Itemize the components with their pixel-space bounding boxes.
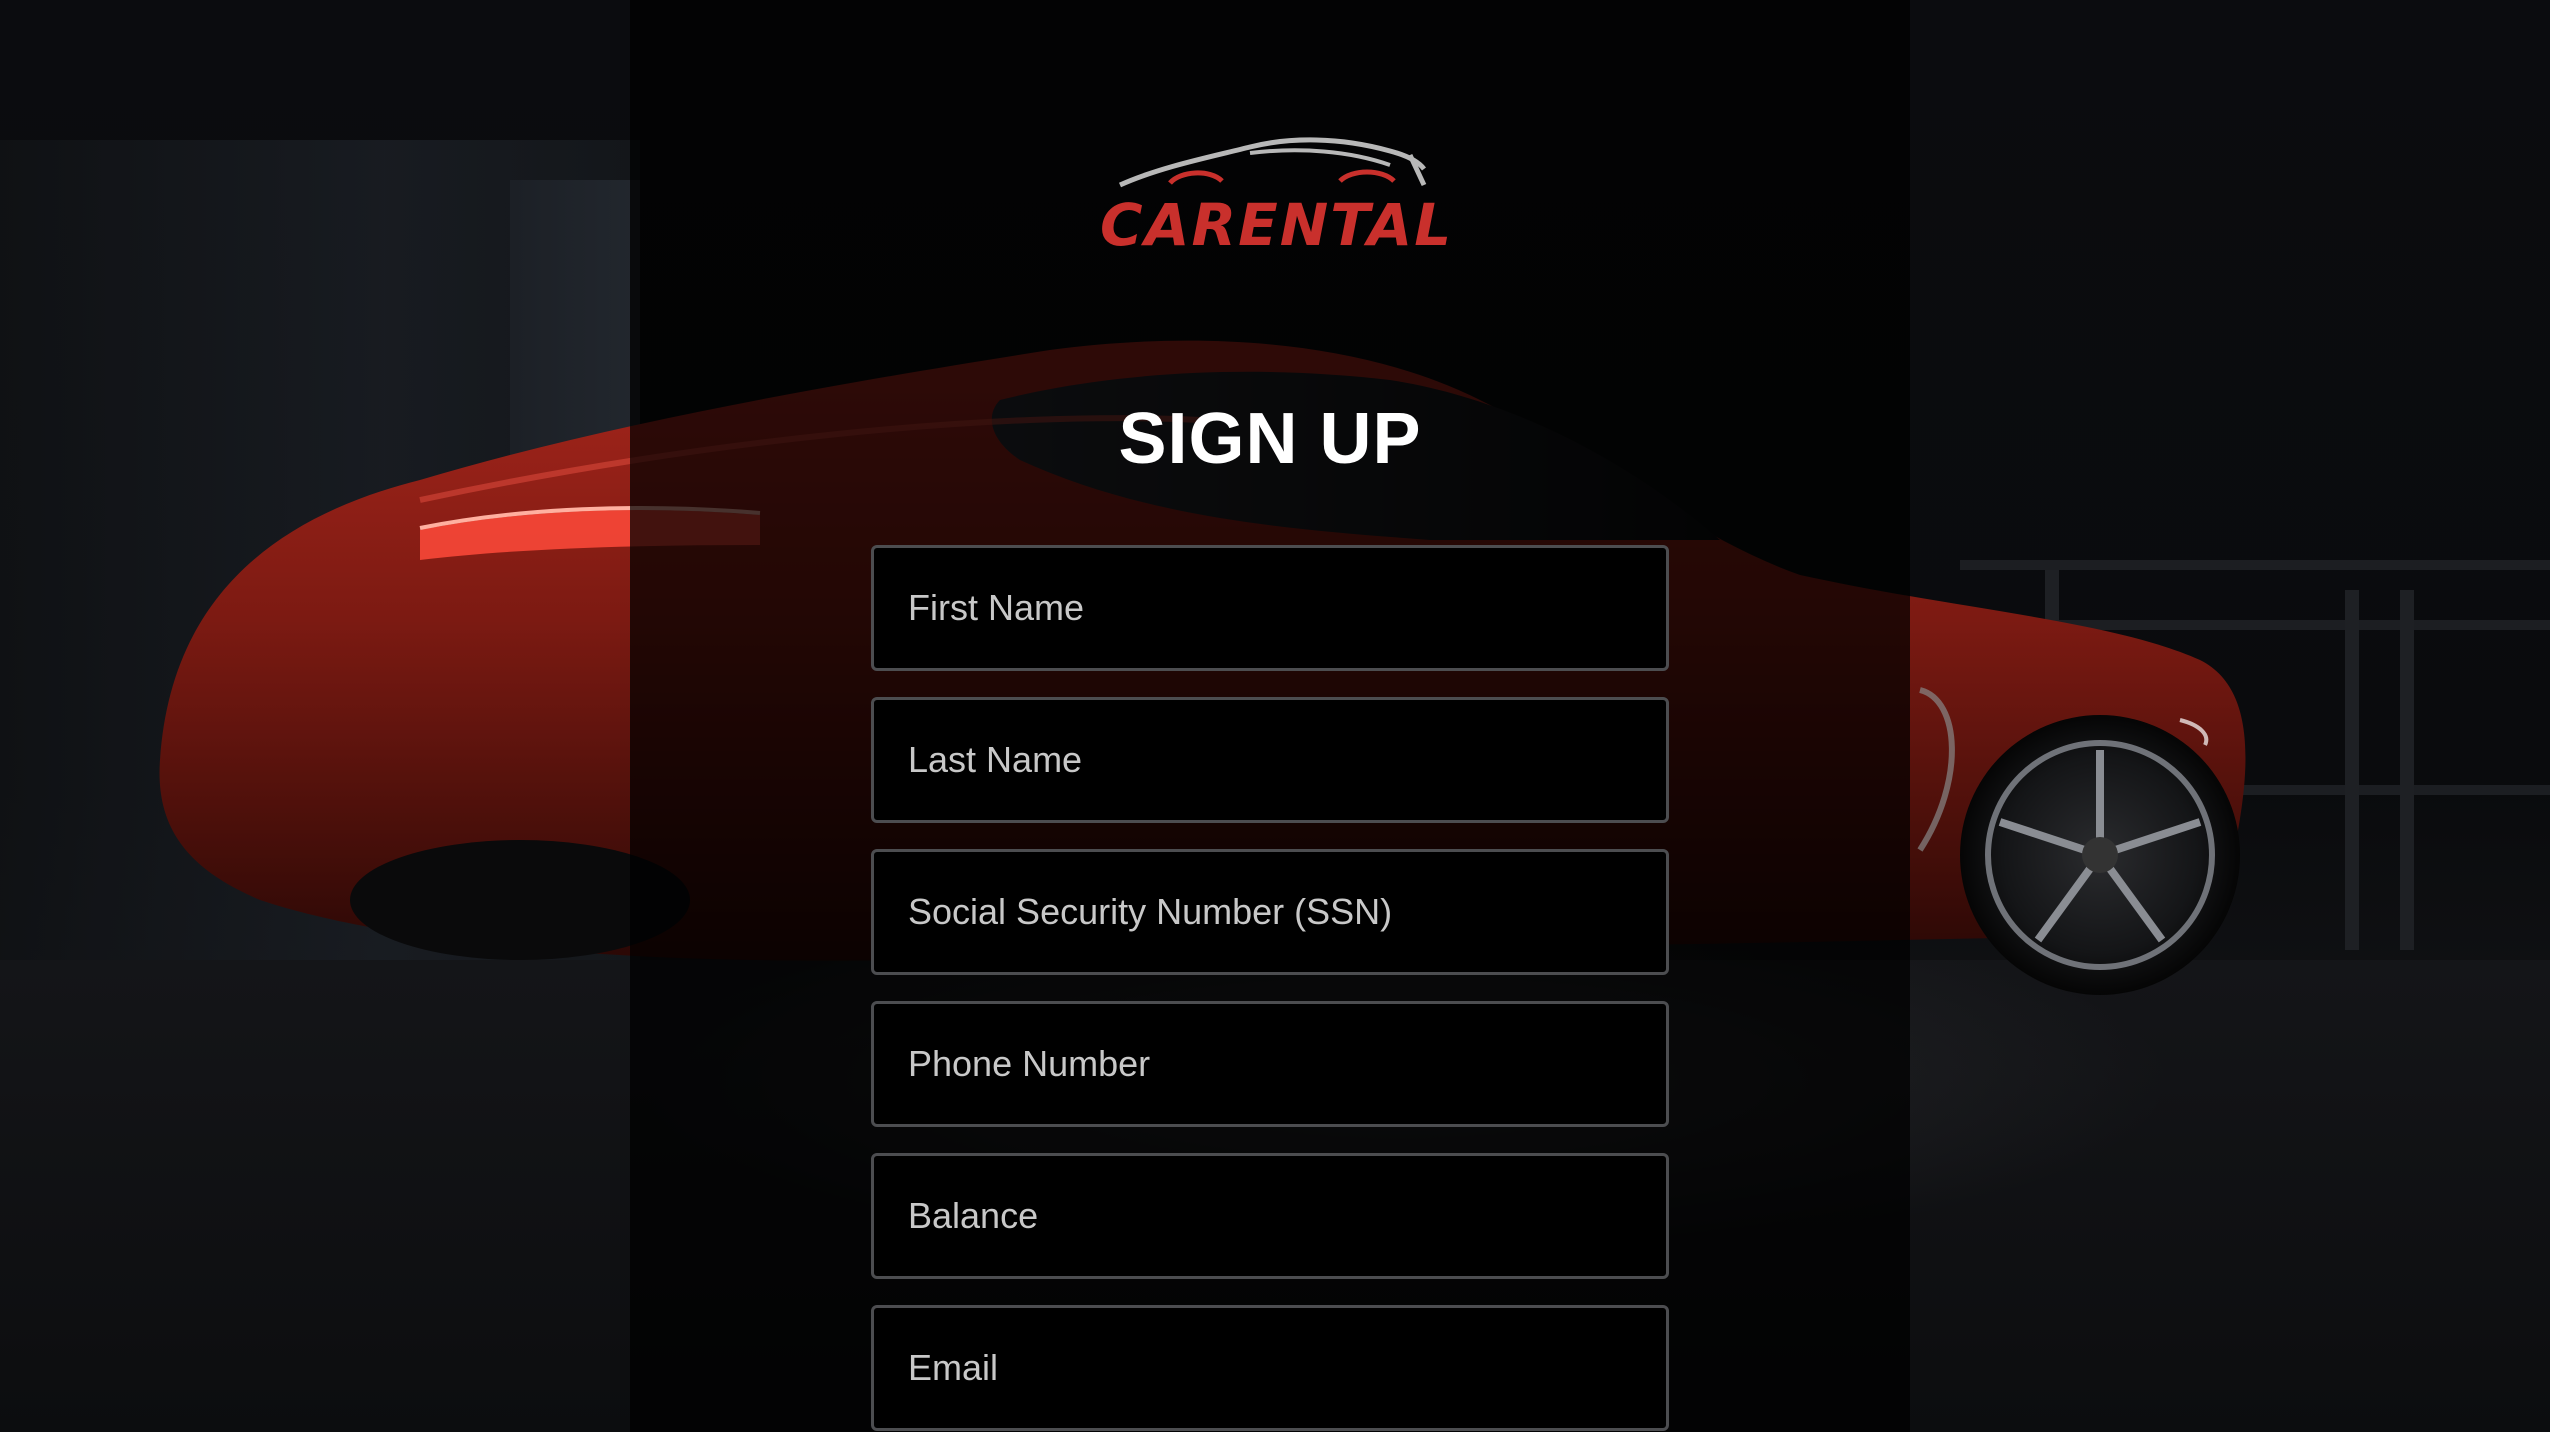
brand-name: CARENTAL: [1100, 191, 1454, 259]
ssn-input[interactable]: [871, 849, 1669, 975]
brand-logo[interactable]: CARENTAL: [1100, 125, 1451, 259]
signup-page: CARENTAL SIGN UP: [0, 0, 2550, 1432]
phone-number-input[interactable]: [871, 1001, 1669, 1127]
first-name-input[interactable]: [871, 545, 1669, 671]
email-input[interactable]: [871, 1305, 1669, 1431]
balance-input[interactable]: [871, 1153, 1669, 1279]
signup-form: [871, 545, 1669, 1432]
last-name-input[interactable]: [871, 697, 1669, 823]
page-title: SIGN UP: [1118, 399, 1422, 479]
